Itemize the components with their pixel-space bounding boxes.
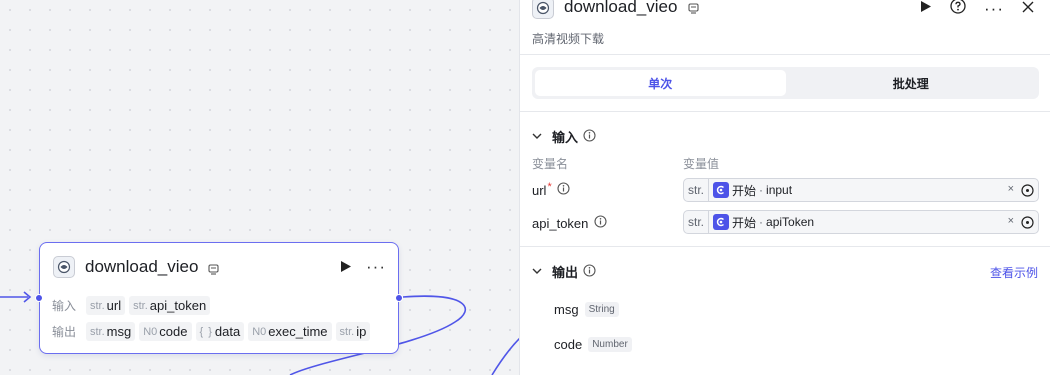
param-msg: str. msg xyxy=(86,322,136,341)
input-port[interactable] xyxy=(35,294,43,302)
output-type-badge: String xyxy=(584,302,619,317)
param-api-token: str. api_token xyxy=(129,296,211,315)
input-section-header[interactable]: 输入 xyxy=(532,127,596,146)
output-section-title: 输出 xyxy=(552,265,579,280)
plugin-icon xyxy=(53,256,75,278)
panel-subtitle: 高清视频下载 xyxy=(532,32,605,46)
plugin-node[interactable]: download_vieo ··· 输入 str. url str. api_tok… xyxy=(35,242,403,354)
type-label: str. xyxy=(688,211,710,233)
more-icon[interactable]: ··· xyxy=(366,257,386,277)
output-row-code: code Number xyxy=(554,337,632,352)
info-icon[interactable] xyxy=(557,182,570,198)
run-icon[interactable] xyxy=(340,260,352,278)
output-section-header[interactable]: 输出 xyxy=(532,262,596,281)
col-var-value: 变量值 xyxy=(683,157,720,171)
chevron-down-icon xyxy=(532,129,542,144)
clear-icon[interactable]: × xyxy=(1008,183,1014,195)
target-icon[interactable] xyxy=(1021,216,1034,234)
more-icon[interactable]: ··· xyxy=(984,0,1004,19)
node-title: download_vieo xyxy=(85,257,199,276)
divider xyxy=(520,54,1050,55)
close-icon[interactable] xyxy=(1022,0,1034,18)
plugin-tag-icon xyxy=(208,262,219,280)
info-icon[interactable] xyxy=(594,215,607,231)
node-inputs-row: 输入 str. url str. api_token xyxy=(52,296,214,315)
run-icon[interactable] xyxy=(920,0,932,18)
clear-icon[interactable]: × xyxy=(1008,215,1014,227)
tab-batch[interactable]: 批处理 xyxy=(786,70,1037,96)
var-name-url: url * xyxy=(532,181,570,198)
var-name-api-token: api_token xyxy=(532,215,607,231)
url-value-field[interactable]: str. 开始 · input × xyxy=(683,178,1039,202)
col-var-name: 变量名 xyxy=(532,157,569,171)
param-data: { } data xyxy=(195,322,245,341)
param-url: str. url xyxy=(86,296,126,315)
output-row-msg: msg String xyxy=(554,302,619,317)
param-exec-time: N0 exec_time xyxy=(248,322,332,341)
plugin-tag-icon xyxy=(688,1,699,19)
param-code: N0 code xyxy=(139,322,192,341)
panel-title: download_vieo xyxy=(564,0,678,16)
panel-actions: ··· xyxy=(920,0,1034,19)
info-icon[interactable] xyxy=(583,128,596,145)
variable-reference: 开始 · apiToken xyxy=(713,214,814,231)
outputs-label: 输出 xyxy=(52,325,77,339)
input-section-title: 输入 xyxy=(552,130,579,145)
start-node-icon xyxy=(713,214,730,230)
target-icon[interactable] xyxy=(1021,184,1034,202)
divider xyxy=(520,246,1050,247)
inputs-label: 输入 xyxy=(52,299,77,313)
plugin-icon xyxy=(532,0,554,19)
variable-reference: 开始 · input xyxy=(713,182,792,199)
node-config-panel: download_vieo ··· 高清视频下载 单次 批处理 输入 变量名 变… xyxy=(519,0,1050,375)
workflow-canvas[interactable]: download_vieo ··· 输入 str. url str. api_tok… xyxy=(0,0,520,375)
mode-tabs: 单次 批处理 xyxy=(532,67,1039,99)
type-label: str. xyxy=(688,179,710,201)
outgoing-edge-2 xyxy=(491,337,520,375)
chevron-down-icon xyxy=(532,264,542,279)
info-icon[interactable] xyxy=(583,263,596,280)
api-token-value-field[interactable]: str. 开始 · apiToken × xyxy=(683,210,1039,234)
node-outputs-row: 输出 str. msg N0 code { } data N0 exec_time st… xyxy=(52,322,374,341)
divider xyxy=(520,111,1050,112)
tab-single[interactable]: 单次 xyxy=(535,70,786,96)
param-ip: str. ip xyxy=(335,322,371,341)
start-node-icon xyxy=(713,182,730,198)
output-port[interactable] xyxy=(395,294,403,302)
view-example-link[interactable]: 查看示例 xyxy=(990,264,1038,281)
output-type-badge: Number xyxy=(588,337,632,352)
help-icon[interactable] xyxy=(950,0,966,19)
